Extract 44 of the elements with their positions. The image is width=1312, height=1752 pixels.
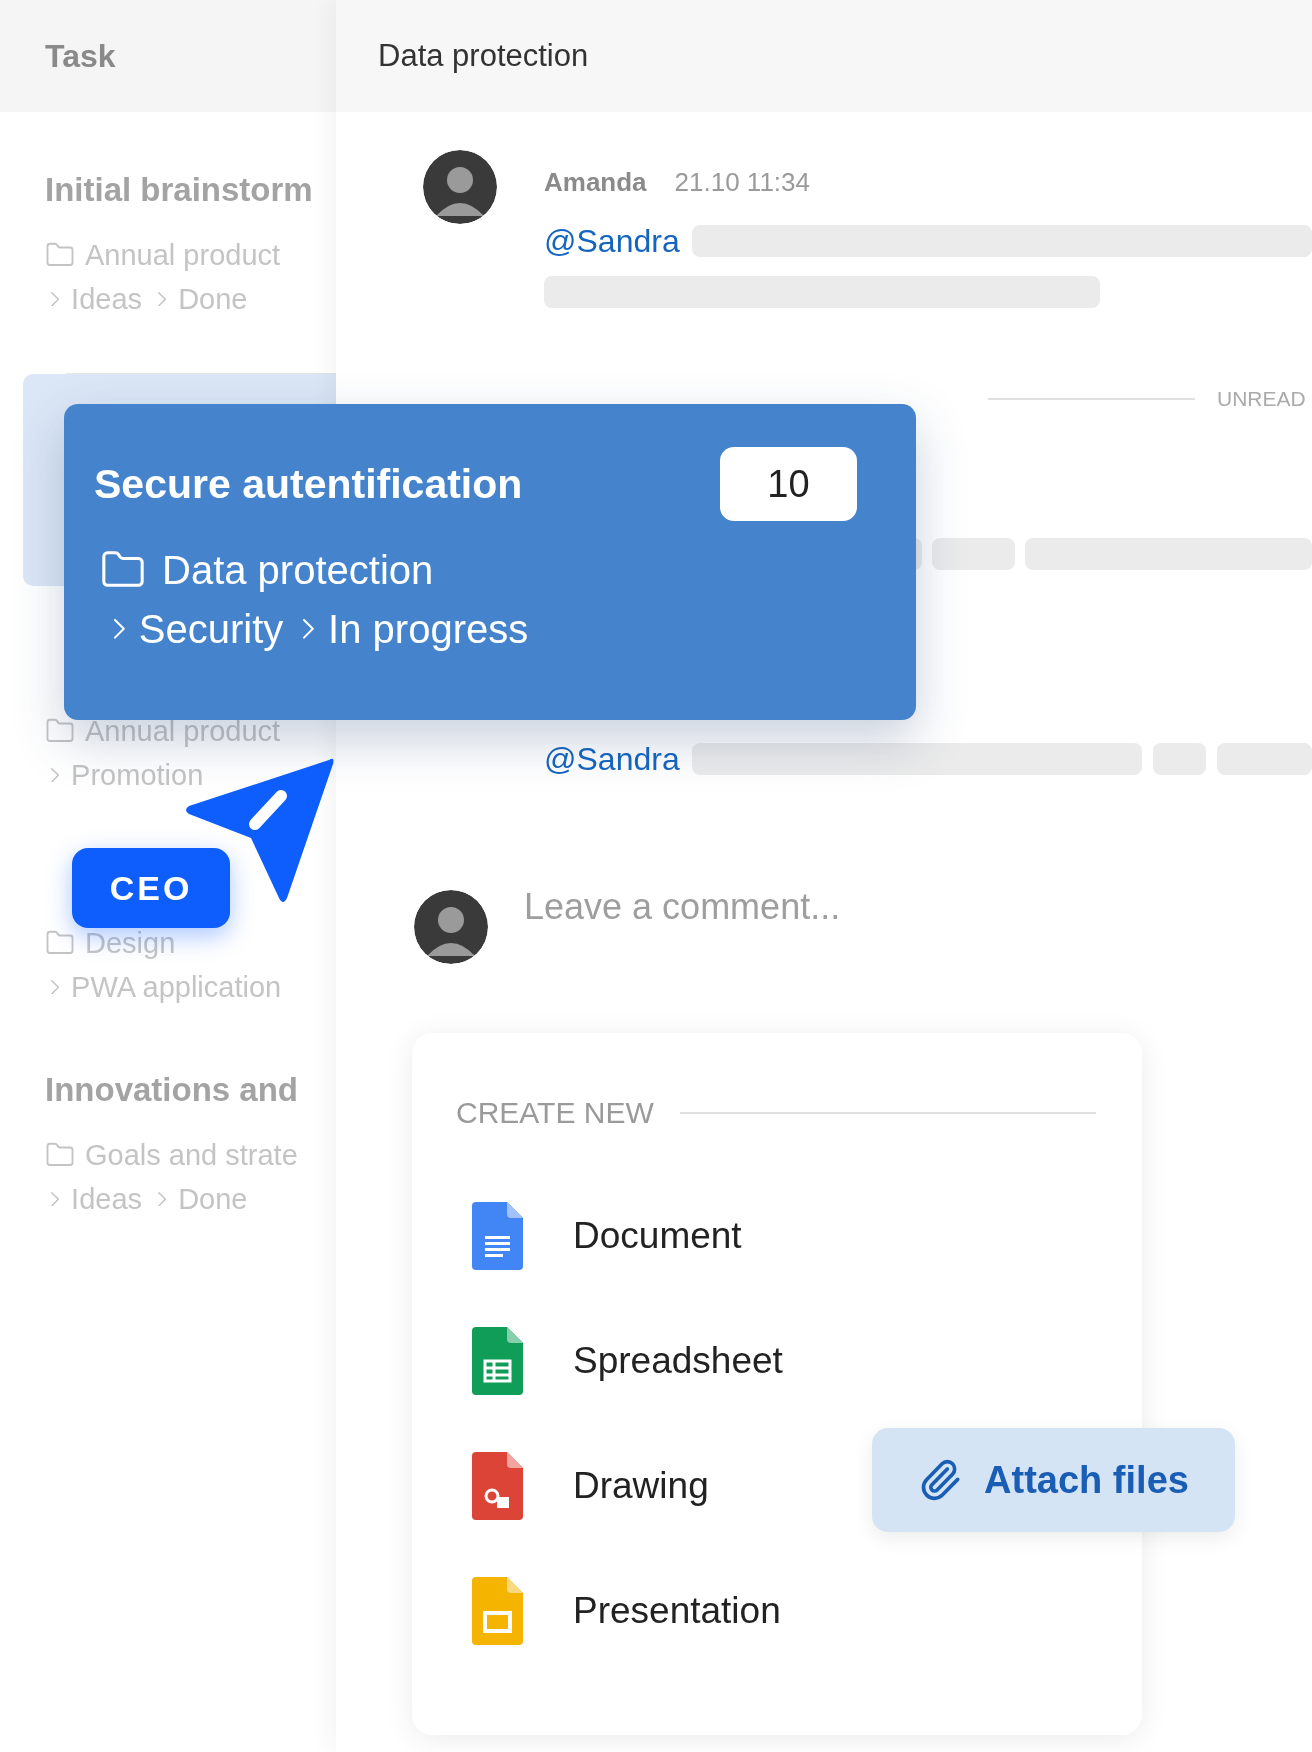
create-menu-item[interactable]: Document [472, 1201, 742, 1270]
task-title: Initial brainstorm [45, 171, 313, 208]
panel-title: Data protection [378, 36, 589, 75]
mention-link[interactable]: @Sandra [544, 217, 680, 265]
chevron-icon [51, 1191, 60, 1207]
chevron-icon [114, 619, 125, 639]
task-folder: Design [85, 926, 176, 961]
task-folder: Annual product [85, 238, 281, 273]
ceo-tag: CEO [72, 848, 230, 928]
task-stage: PWA application [71, 970, 282, 1005]
task-card-stage: Security [138, 606, 284, 653]
create-menu-item[interactable]: Drawing [472, 1451, 709, 1520]
task-folder: Goals and strate [85, 1138, 298, 1173]
task-stage: Promotion [71, 758, 204, 793]
author-name: Amanda [544, 165, 647, 199]
task-preview-tooltip[interactable]: Secure autentification 10 Data protection Security In progress [64, 404, 916, 720]
attach-files-button[interactable]: Attach files [872, 1428, 1235, 1532]
chevron-icon [158, 291, 167, 307]
mention-link[interactable]: @Sandra [544, 735, 680, 783]
message-time: 21.10 11:34 [674, 165, 810, 199]
chevron-icon [51, 979, 60, 995]
chevron-icon [51, 291, 60, 307]
drawing-icon [472, 1451, 523, 1520]
task-stage: Done [178, 282, 248, 317]
chevron-icon [158, 1191, 167, 1207]
task-card-folder: Data protection [162, 547, 434, 594]
sidebar-title: Task [45, 37, 116, 76]
task-title: Innovations and [45, 1071, 298, 1108]
create-menu-item[interactable]: Spreadsheet [472, 1326, 783, 1395]
create-menu-item[interactable]: Presentation [472, 1576, 781, 1645]
document-icon [472, 1201, 523, 1270]
chevron-icon [51, 767, 60, 783]
task-stage: Ideas [71, 282, 143, 317]
comment-field[interactable]: Leave a comment... [524, 885, 1124, 929]
menu-heading: CREATE NEW [456, 1095, 654, 1131]
task-card-stage: In progress [328, 606, 529, 653]
task-count-badge: 10 [720, 447, 857, 521]
task-stage: Ideas [71, 1182, 143, 1217]
presentation-icon [472, 1576, 523, 1645]
spreadsheet-icon [472, 1326, 523, 1395]
task-card-title: Secure autentification [94, 460, 524, 509]
unread-divider-label: UNREAD [1217, 386, 1306, 413]
chevron-icon [303, 619, 315, 639]
task-stage: Done [178, 1182, 248, 1217]
